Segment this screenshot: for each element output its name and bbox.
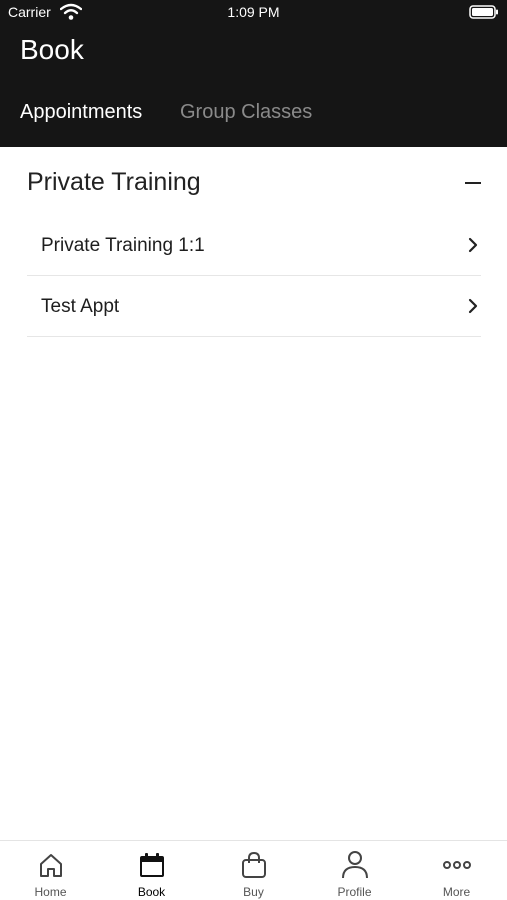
list-item[interactable]: Private Training 1:1 <box>27 215 481 276</box>
battery-icon <box>469 5 498 19</box>
page-title: Book <box>20 34 84 65</box>
tabbar-home[interactable]: Home <box>0 841 101 900</box>
section-title: Private Training <box>27 168 201 196</box>
tabbar-label: Book <box>137 885 166 899</box>
appointment-list: Private Training 1:1 Test Appt <box>27 215 481 337</box>
tabbar-label: Home <box>34 885 67 899</box>
list-item-label: Private Training 1:1 <box>41 235 205 256</box>
list-item-label: Test Appt <box>41 296 120 317</box>
status-time: 1:09 PM <box>227 4 280 20</box>
tabbar-label: Buy <box>243 885 264 899</box>
tab-appointments[interactable]: Appointments <box>20 101 142 124</box>
chevron-right-icon <box>468 298 478 314</box>
chevron-right-icon <box>468 237 478 253</box>
app: Carrier 1:09 PM Book Appointments Group … <box>0 0 507 900</box>
tabbar-book[interactable]: Book <box>101 841 202 900</box>
calendar-icon <box>140 853 164 877</box>
tabbar-profile[interactable]: Profile <box>304 841 405 900</box>
home-icon <box>40 854 62 877</box>
header: Carrier 1:09 PM Book Appointments Group … <box>0 0 507 147</box>
tabbar-buy[interactable]: Buy <box>203 841 304 900</box>
tab-group-classes[interactable]: Group Classes <box>180 101 312 124</box>
bottom-tab-bar: Home Book Buy Profile More <box>0 840 507 900</box>
status-bar: Carrier 1:09 PM <box>0 0 507 24</box>
tabbar-more[interactable]: More <box>406 841 507 900</box>
list-item[interactable]: Test Appt <box>27 276 481 337</box>
shopping-bag-icon <box>242 851 266 878</box>
tabbar-label: Profile <box>337 885 372 899</box>
tabbar-label: More <box>442 885 471 899</box>
more-dots-icon <box>443 861 471 869</box>
section-header-private-training[interactable]: Private Training <box>27 168 481 200</box>
collapse-minus-icon[interactable] <box>465 182 481 184</box>
person-icon <box>342 851 368 879</box>
